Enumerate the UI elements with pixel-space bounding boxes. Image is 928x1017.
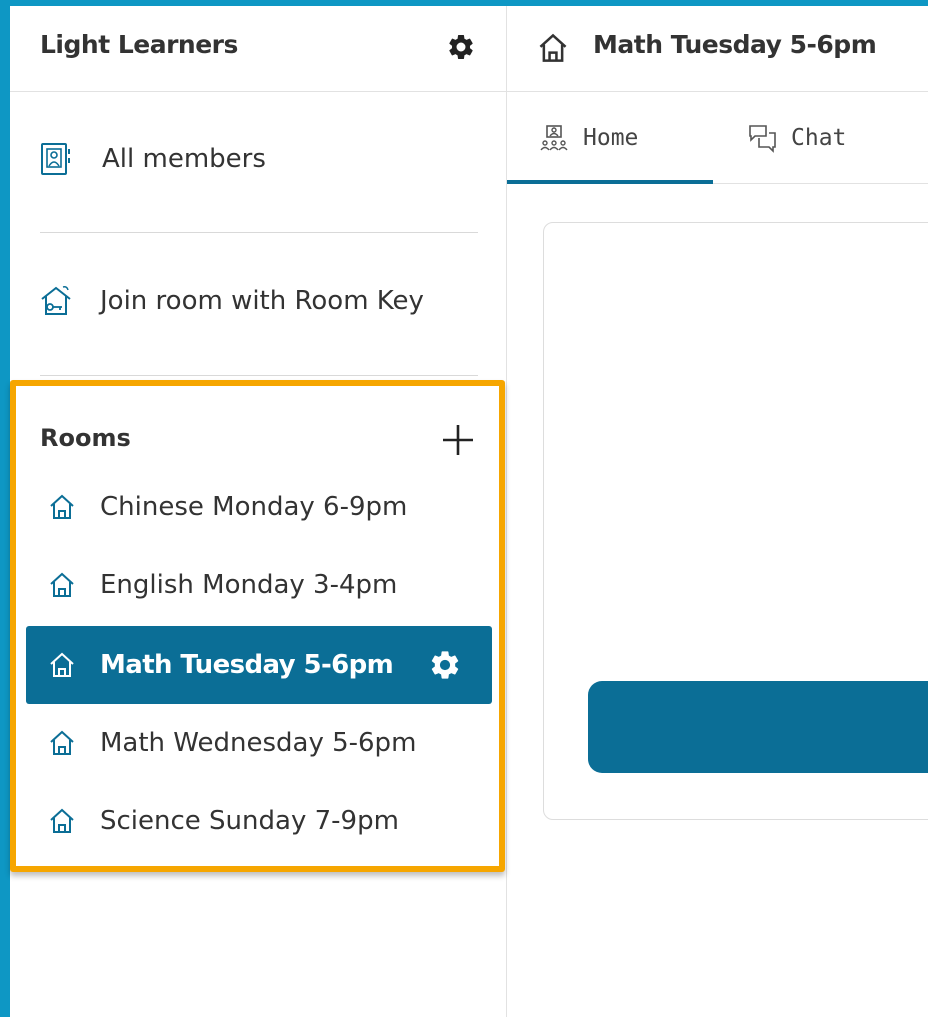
sidebar-header: Light Learners	[10, 6, 507, 92]
divider	[40, 375, 478, 376]
home-icon	[50, 808, 74, 833]
room-item[interactable]: Chinese Monday 6-9pm	[26, 468, 492, 546]
room-label: Science Sunday 7-9pm	[100, 806, 399, 836]
room-title: Math Tuesday 5-6pm	[593, 30, 877, 59]
group-settings-gear-icon[interactable]	[446, 32, 476, 62]
room-label: Math Wednesday 5-6pm	[100, 728, 417, 758]
primary-action-button[interactable]	[588, 681, 928, 773]
room-label: Math Tuesday 5-6pm	[100, 650, 394, 680]
room-item[interactable]: Math Wednesday 5-6pm	[26, 704, 492, 782]
tab-home[interactable]: Home	[539, 92, 638, 184]
active-tab-indicator	[507, 180, 713, 184]
all-members-link[interactable]: All members	[38, 134, 498, 184]
tab-chat-label: Chat	[791, 125, 847, 151]
rooms-panel: Rooms Chinese Monday 6-9pm English Monda…	[10, 380, 505, 872]
home-icon	[50, 494, 74, 519]
room-label: English Monday 3-4pm	[100, 570, 398, 600]
tab-home-label: Home	[583, 125, 639, 151]
rooms-heading: Rooms	[40, 424, 131, 452]
divider	[40, 232, 478, 233]
room-key-icon	[41, 286, 71, 315]
room-label: Chinese Monday 6-9pm	[100, 492, 408, 522]
room-item-selected[interactable]: Math Tuesday 5-6pm	[26, 626, 492, 704]
home-icon	[50, 730, 74, 755]
home-icon	[50, 652, 74, 677]
main-header: Math Tuesday 5-6pm	[507, 6, 928, 92]
classroom-icon	[540, 125, 568, 151]
join-room-label: Join room with Room Key	[100, 286, 424, 316]
room-settings-gear-icon[interactable]	[428, 648, 462, 682]
chat-icon	[749, 125, 776, 153]
room-item[interactable]: Science Sunday 7-9pm	[26, 782, 492, 860]
members-icon	[41, 143, 70, 175]
tab-bar: Home Chat	[507, 92, 928, 184]
group-title: Light Learners	[40, 30, 238, 59]
join-room-with-key-link[interactable]: Join room with Room Key	[38, 276, 498, 326]
tab-chat[interactable]: Chat	[747, 92, 846, 184]
room-item[interactable]: English Monday 3-4pm	[26, 546, 492, 624]
all-members-label: All members	[102, 144, 266, 174]
home-icon	[539, 33, 567, 62]
add-room-plus-icon[interactable]	[440, 422, 476, 458]
sidebar: Light Learners All members Join room wit…	[10, 6, 507, 1017]
home-icon	[50, 572, 74, 597]
